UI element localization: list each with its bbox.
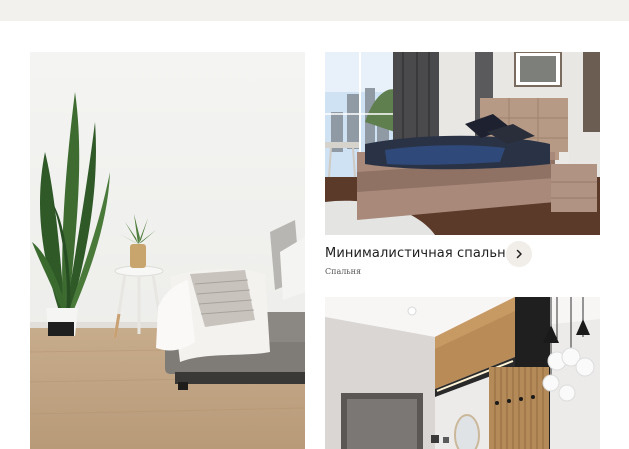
top-bar bbox=[0, 0, 629, 21]
bedroom-photo-icon bbox=[325, 52, 600, 235]
hallway-photo-icon bbox=[325, 297, 600, 449]
project-card-living-room[interactable] bbox=[30, 52, 305, 449]
project-title[interactable]: Минималистичная спальня 1 bbox=[325, 246, 526, 261]
project-card-hallway[interactable] bbox=[325, 297, 600, 449]
project-category: Спальня bbox=[325, 267, 362, 276]
chevron-right-icon bbox=[516, 249, 522, 259]
living-room-photo-icon bbox=[30, 52, 305, 449]
project-card-bedroom[interactable] bbox=[325, 52, 600, 235]
open-project-button[interactable] bbox=[506, 241, 532, 267]
